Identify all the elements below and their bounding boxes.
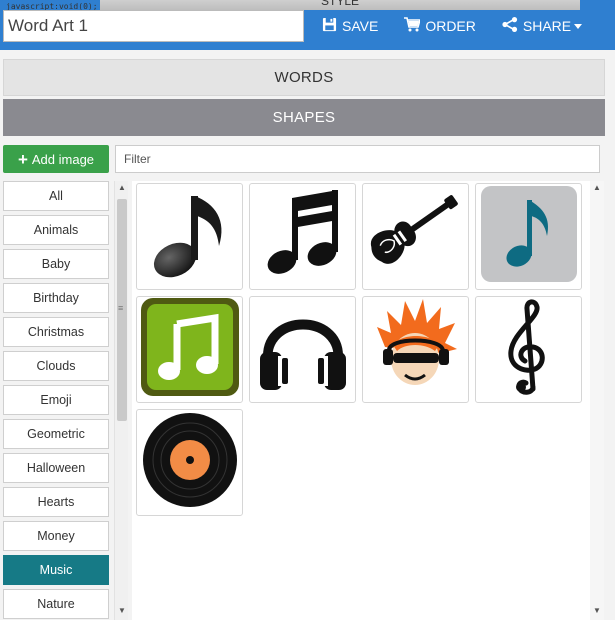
shape-tile[interactable]: [136, 296, 243, 403]
cart-icon: [404, 17, 425, 35]
share-icon: [502, 17, 523, 35]
category-item-geometric[interactable]: Geometric: [3, 419, 109, 449]
plus-icon: +: [17, 149, 28, 169]
order-label: ORDER: [425, 18, 476, 34]
add-image-button[interactable]: + Add image: [3, 145, 109, 173]
title-input[interactable]: [3, 10, 304, 42]
category-item-nature[interactable]: Nature: [3, 589, 109, 619]
shape-grid: [132, 181, 592, 620]
vinyl-record-icon: [141, 411, 239, 514]
category-item-emoji[interactable]: Emoji: [3, 385, 109, 415]
shape-tile[interactable]: [249, 296, 356, 403]
top-bar: STYLE javascript:void(0); SAVE: [0, 0, 615, 50]
scroll-up-icon[interactable]: ▲: [118, 183, 126, 192]
save-label: SAVE: [342, 18, 379, 34]
beamed-notes-icon: [258, 184, 348, 289]
shape-tile[interactable]: [249, 183, 356, 290]
shapes-section-header[interactable]: SHAPES: [3, 99, 605, 136]
scroll-down-icon[interactable]: ▼: [593, 606, 601, 615]
teal-note-tile-icon: [480, 186, 577, 287]
grip-icon: ≡: [118, 303, 124, 313]
share-label: SHARE: [522, 18, 572, 34]
chevron-down-icon: [574, 23, 583, 29]
cartoon-dj-icon: [371, 297, 461, 402]
category-item-money[interactable]: Money: [3, 521, 109, 551]
headphones-icon: [254, 298, 352, 401]
words-section-header[interactable]: WORDS: [3, 59, 605, 96]
shape-tile[interactable]: [475, 296, 582, 403]
eighth-note-icon: [145, 184, 235, 289]
category-list: All Animals Baby Birthday Christmas Clouds Emo…: [3, 181, 109, 620]
category-item-birthday[interactable]: Birthday: [3, 283, 109, 313]
electric-guitar-icon: [366, 189, 466, 284]
floppy-disk-icon: [322, 17, 342, 35]
category-item-christmas[interactable]: Christmas: [3, 317, 109, 347]
category-item-hearts[interactable]: Hearts: [3, 487, 109, 517]
scroll-up-icon[interactable]: ▲: [593, 183, 601, 192]
shape-tile[interactable]: [475, 183, 582, 290]
shape-tile[interactable]: [362, 296, 469, 403]
order-button[interactable]: ORDER: [404, 17, 476, 35]
category-item-animals[interactable]: Animals: [3, 215, 109, 245]
category-item-halloween[interactable]: Halloween: [3, 453, 109, 483]
save-button[interactable]: SAVE: [322, 17, 378, 35]
share-button[interactable]: SHARE: [502, 17, 583, 35]
category-scrollbar[interactable]: ▲ ≡ ▼: [114, 181, 128, 620]
shape-tile[interactable]: [362, 183, 469, 290]
category-item-music[interactable]: Music: [3, 555, 109, 585]
filter-input[interactable]: [115, 145, 600, 173]
scroll-down-icon[interactable]: ▼: [118, 606, 126, 615]
top-actions: SAVE ORDER SHARE: [322, 10, 608, 42]
shape-tile[interactable]: [136, 183, 243, 290]
style-tab-label: STYLE: [320, 0, 359, 8]
green-music-app-icon: [140, 298, 239, 401]
add-image-label: Add image: [31, 151, 95, 167]
treble-clef-icon: [499, 299, 559, 400]
style-tab[interactable]: STYLE: [100, 0, 580, 10]
category-item-baby[interactable]: Baby: [3, 249, 109, 279]
grid-scrollbar[interactable]: ▲ ▼: [590, 181, 604, 620]
shapes-label: SHAPES: [272, 109, 336, 126]
category-item-clouds[interactable]: Clouds: [3, 351, 109, 381]
shape-tile[interactable]: [136, 409, 243, 516]
words-label: WORDS: [274, 69, 334, 86]
category-item-all[interactable]: All: [3, 181, 109, 211]
